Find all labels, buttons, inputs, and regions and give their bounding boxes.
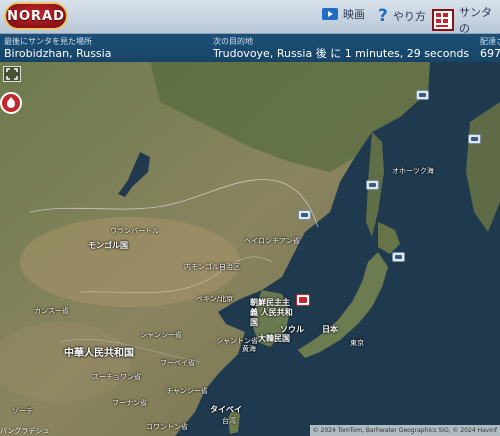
nav-santa[interactable]: サンタの — [432, 4, 500, 36]
label-okhotsk: オホーツク海 — [392, 167, 434, 175]
santa-icon — [7, 97, 15, 108]
question-icon: ? — [378, 6, 388, 26]
last-seen: 最後にサンタを見た場所 Birobidzhan, Russia — [4, 36, 111, 61]
label-corner: バングラデシュ — [0, 427, 50, 435]
logo-text: NORAD — [7, 8, 65, 24]
play-icon — [322, 8, 338, 20]
next-stop-value: Trudovoye, Russia 後 に 1 minutes, 29 seco… — [213, 47, 470, 60]
label-kansu: カンスー省 — [34, 307, 69, 315]
delivered-value: 697, — [480, 47, 500, 60]
satellite-map — [0, 62, 500, 436]
nav-santa-label: サンタの — [459, 6, 492, 35]
label-jiangxi: チャンシー省 — [166, 387, 208, 395]
label-shandong: シャントン省 — [216, 337, 258, 345]
fullscreen-button[interactable] — [3, 66, 21, 82]
label-ulaanbaatar: ウランバートル — [110, 227, 159, 235]
calendar-icon — [432, 9, 454, 31]
norad-logo[interactable]: NORAD — [4, 2, 68, 30]
santa-position-marker[interactable] — [296, 294, 310, 306]
tracker-bar: 最後にサンタを見た場所 Birobidzhan, Russia 次の目的地 Tr… — [0, 34, 500, 62]
top-bar: NORAD 映画 ? やり方 サンタの — [0, 0, 500, 36]
video-marker[interactable] — [416, 90, 429, 100]
next-stop-label: 次の目的地 — [213, 37, 253, 46]
label-china: 中華人民共和国 — [64, 348, 134, 359]
nav-movies-label: 映画 — [343, 8, 365, 21]
delivered: 配達さ 697, — [480, 36, 500, 61]
last-seen-label: 最後にサンタを見た場所 — [4, 37, 92, 46]
video-marker[interactable] — [366, 180, 379, 190]
label-japan: 日本 — [322, 325, 338, 334]
label-sichuan: スーチョワン省 — [92, 373, 141, 381]
label-taiwan: 台湾 — [222, 417, 236, 425]
label-hubei: フーペイ省 — [160, 359, 195, 367]
map-view[interactable]: オホーツク海 モンゴル国 ウランバートル ヘイロンチアン省 内モンゴル自治区 ベ… — [0, 62, 500, 436]
label-guangdong: コワントン省 — [146, 423, 188, 431]
label-beijing: ベキン/北京 — [196, 295, 234, 303]
video-marker[interactable] — [468, 134, 481, 144]
label-heilongjiang: ヘイロンチアン省 — [244, 237, 300, 245]
nav-movies[interactable]: 映画 — [322, 6, 365, 22]
video-marker[interactable] — [392, 252, 405, 262]
video-marker[interactable] — [298, 210, 311, 220]
label-tokyo: 東京 — [350, 339, 364, 347]
next-stop: 次の目的地 Trudovoye, Russia 後 に 1 minutes, 2… — [213, 36, 469, 61]
label-taipei: タイペイ — [210, 405, 242, 414]
nav-how-to[interactable]: ? やり方 — [378, 6, 426, 26]
label-xizang: ゾーデ — [12, 407, 33, 415]
nav-how-to-label: やり方 — [392, 10, 426, 23]
label-rok: 大韓民国 — [258, 334, 290, 343]
label-inner-mongolia: 内モンゴル自治区 — [184, 263, 240, 271]
map-attribution: © 2024 TomTom, Barhwater Geographics SIO… — [309, 425, 500, 436]
label-mongolia: モンゴル国 — [88, 241, 128, 250]
label-hunan: フーナン省 — [112, 399, 147, 407]
delivered-label: 配達さ — [480, 37, 500, 46]
fullscreen-icon — [6, 68, 18, 80]
last-seen-value: Birobidzhan, Russia — [4, 47, 112, 60]
label-shanxi: シャンシー省 — [140, 331, 182, 339]
santa-follow-button[interactable] — [0, 92, 22, 114]
